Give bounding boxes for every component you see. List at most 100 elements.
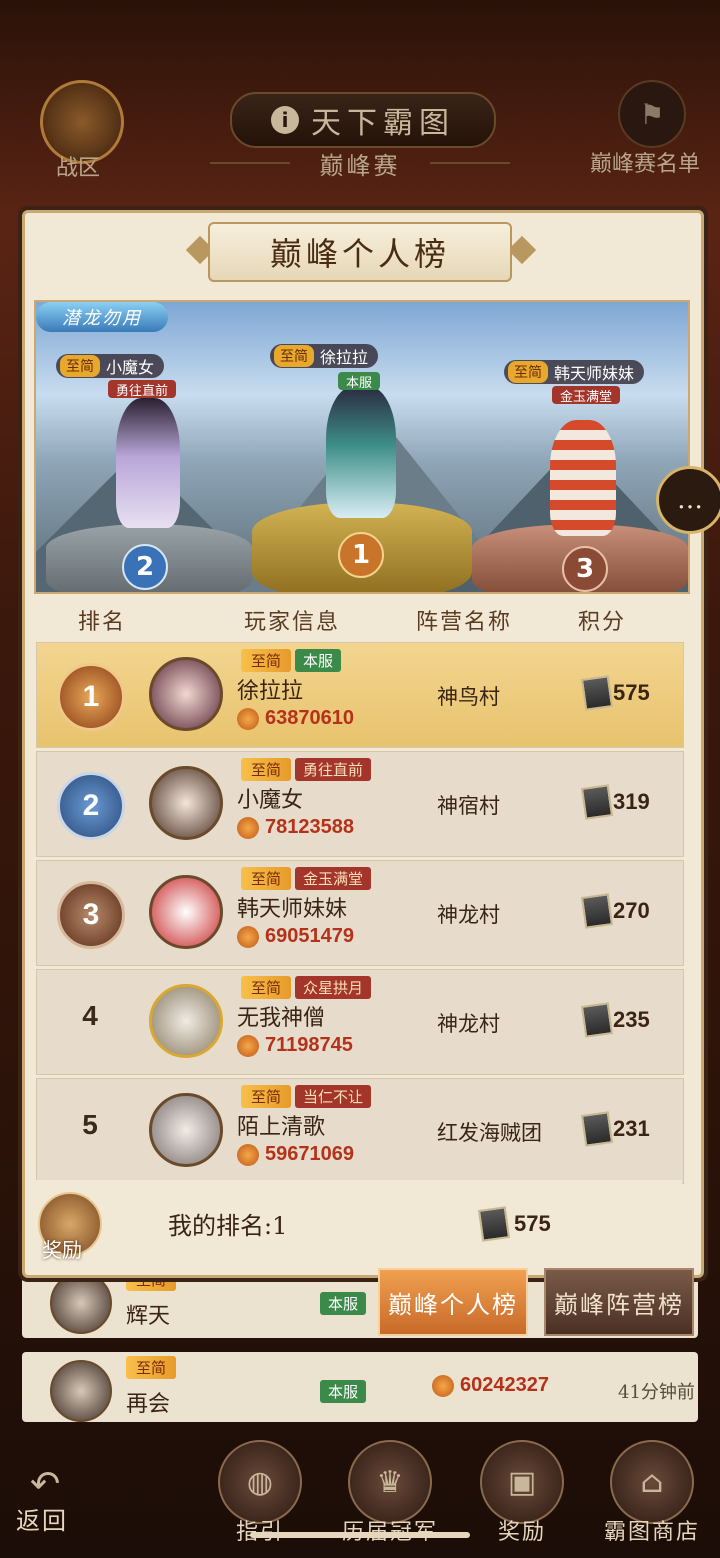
- tier-badge: 至简: [241, 1085, 292, 1108]
- nameplate-third: 至简 韩天师妹妹: [504, 360, 645, 384]
- power-display: 69051479: [237, 925, 354, 948]
- tier-badge: 至简: [241, 976, 292, 999]
- avatar[interactable]: [149, 657, 223, 731]
- shop-button[interactable]: ⌂ 霸图商店: [604, 1440, 700, 1550]
- table-row[interactable]: 2 至简 勇往直前 小魔女 78123588 神宿村 319: [36, 751, 684, 857]
- column-player: 玩家信息: [244, 610, 341, 635]
- avatar[interactable]: [149, 984, 223, 1058]
- tier-badge: 至简: [241, 867, 292, 890]
- tier-badge: 至简: [241, 758, 292, 781]
- character-third[interactable]: [550, 420, 616, 536]
- shop-icon: ⌂: [610, 1440, 694, 1524]
- reward-button[interactable]: ▣ 奖励: [474, 1440, 570, 1550]
- money-bag-icon: ◍: [218, 1440, 302, 1524]
- player-name: 陌上清歌: [237, 1115, 326, 1140]
- flag-icon: ⚑: [618, 80, 686, 148]
- home-indicator[interactable]: [250, 1532, 470, 1538]
- page-subtitle: 巅峰赛: [319, 152, 401, 180]
- column-rank: 排名: [78, 610, 127, 635]
- divider: [210, 162, 290, 164]
- score-token-icon: [580, 675, 614, 711]
- power-display: 60242327: [432, 1374, 549, 1397]
- camp-tag: 勇往直前: [295, 758, 372, 781]
- camp-name: 神鸟村: [437, 685, 500, 709]
- character-second[interactable]: [116, 398, 180, 528]
- champions-label: 历届冠军: [342, 1514, 438, 1546]
- avatar: [50, 1360, 112, 1422]
- my-score-display: 575: [477, 1206, 551, 1242]
- player-name: 韩天师妹妹: [237, 897, 348, 922]
- reward-label[interactable]: 奖励: [42, 1234, 82, 1263]
- chest-icon: ▣: [480, 1440, 564, 1524]
- list-item: 至简 再会 本服 60242327 41分钟前: [22, 1352, 698, 1422]
- power-value: 63870610: [265, 707, 354, 729]
- player-name: 徐拉拉: [320, 348, 369, 367]
- camp-tag: 金玉满堂: [295, 867, 372, 890]
- camp-tag: 本服: [338, 372, 381, 391]
- rank-2-mark: 2: [122, 544, 168, 590]
- war-zone-button[interactable]: 战区: [28, 80, 128, 181]
- rank-3-mark: 3: [562, 546, 608, 592]
- score-display: 319: [580, 784, 650, 820]
- power-flame-icon: [237, 1143, 259, 1166]
- server-tag: 本服: [320, 1292, 367, 1315]
- avatar[interactable]: [149, 875, 223, 949]
- tier-badge: 至简: [60, 355, 100, 377]
- back-button[interactable]: ↶ 返回: [16, 1464, 106, 1544]
- score-value: 575: [613, 680, 650, 705]
- tab-camp-ranking[interactable]: 巅峰阵营榜: [544, 1268, 694, 1336]
- modal-title: 巅峰个人榜: [208, 222, 512, 282]
- score-token-icon: [580, 893, 614, 929]
- my-score-value: 575: [514, 1211, 551, 1236]
- power-value: 78123588: [265, 816, 354, 838]
- back-arrow-icon: ↶: [30, 1464, 61, 1505]
- camp-name: 神龙村: [437, 1012, 500, 1036]
- table-row[interactable]: 5 至简 当仁不让 陌上清歌 59671069 红发海贼团 231: [36, 1078, 684, 1184]
- score-value: 231: [613, 1116, 650, 1141]
- tab-personal-ranking[interactable]: 巅峰个人榜: [378, 1268, 528, 1336]
- power-flame-icon: [432, 1374, 454, 1397]
- camp-tag: 当仁不让: [295, 1085, 372, 1108]
- table-row[interactable]: 3 至简 金玉满堂 韩天师妹妹 69051479 神龙村 270: [36, 860, 684, 966]
- table-row[interactable]: 4 至简 众星拱月 无我神僧 71198745 神龙村 235: [36, 969, 684, 1075]
- table-row[interactable]: 1 至简 本服 徐拉拉 63870610 神鸟村 575: [36, 642, 684, 748]
- my-rank-text: 我的排名:1: [168, 1212, 288, 1240]
- player-name: 小魔女: [106, 358, 155, 377]
- score-value: 270: [613, 898, 650, 923]
- column-camp: 阵营名称: [416, 610, 513, 635]
- player-name: 韩天师妹妹: [554, 364, 635, 383]
- score-token-icon: [477, 1206, 511, 1242]
- score-display: 235: [580, 1002, 650, 1038]
- camp-name: 红发海贼团: [437, 1121, 542, 1145]
- score-token-icon: [580, 1002, 614, 1038]
- power-display: 78123588: [237, 816, 354, 839]
- reward-nav-label: 奖励: [497, 1520, 546, 1545]
- power-value: 60242327: [460, 1374, 549, 1396]
- camp-name: 神宿村: [437, 794, 500, 818]
- nameplate-second: 至简 小魔女: [56, 354, 165, 378]
- character-first[interactable]: [326, 386, 396, 518]
- score-value: 319: [613, 789, 650, 814]
- rank-1-mark: 1: [338, 532, 384, 578]
- camp-name: 神龙村: [437, 903, 500, 927]
- silver-medal-icon: 2: [57, 772, 125, 840]
- tier-badge: 至简: [274, 345, 314, 367]
- info-icon[interactable]: i: [271, 106, 299, 134]
- tier-badge: 至简: [508, 361, 548, 383]
- avatar[interactable]: [149, 766, 223, 840]
- power-display: 63870610: [237, 707, 354, 730]
- shop-label: 霸图商店: [604, 1520, 701, 1545]
- camp-tag: 金玉满堂: [552, 386, 621, 405]
- camp-tag: 勇往直前: [108, 380, 177, 399]
- server-tag: 本服: [320, 1380, 367, 1403]
- chat-icon[interactable]: …: [656, 466, 720, 534]
- brand-tag: 潜龙勿用: [36, 302, 168, 332]
- nameplate-first: 至简 徐拉拉: [270, 344, 379, 368]
- divider: [430, 162, 510, 164]
- avatar[interactable]: [149, 1093, 223, 1167]
- war-zone-label: 战区: [56, 156, 101, 181]
- guide-label: 指引: [212, 1514, 308, 1546]
- power-flame-icon: [237, 816, 259, 839]
- peak-list-button[interactable]: ⚑ 巅峰赛名单: [590, 80, 720, 180]
- power-display: 71198745: [237, 1034, 353, 1057]
